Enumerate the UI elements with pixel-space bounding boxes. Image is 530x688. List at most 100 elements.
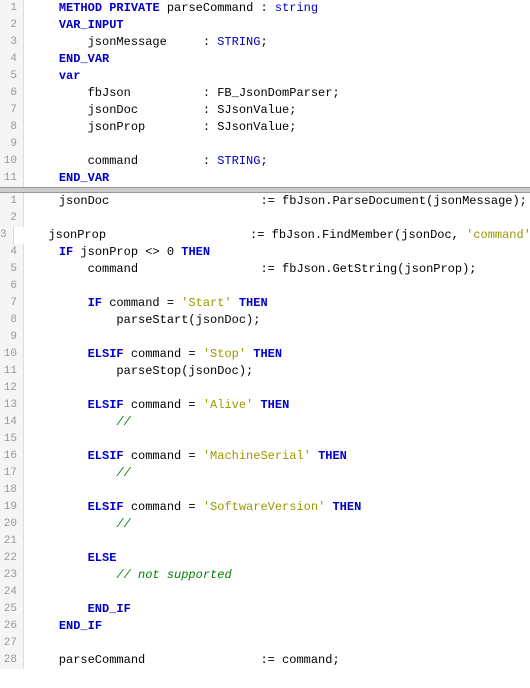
code-content[interactable] <box>24 210 530 227</box>
line-number: 1 <box>0 193 24 210</box>
code-line[interactable]: 16 ELSIF command = 'MachineSerial' THEN <box>0 448 530 465</box>
token <box>30 551 88 565</box>
code-line[interactable]: 4 IF jsonProp <> 0 THEN <box>0 244 530 261</box>
code-line[interactable]: 20 // <box>0 516 530 533</box>
code-content[interactable]: jsonDoc := fbJson.ParseDocument(jsonMess… <box>24 193 530 210</box>
code-line[interactable]: 24 <box>0 584 530 601</box>
code-content[interactable] <box>24 278 530 295</box>
code-line[interactable]: 6 <box>0 278 530 295</box>
code-content[interactable]: parseStart(jsonDoc); <box>24 312 530 329</box>
code-line[interactable]: 3 jsonProp := fbJson.FindMember(jsonDoc,… <box>0 227 530 244</box>
code-content[interactable]: fbJson : FB_JsonDomParser; <box>24 85 530 102</box>
code-content[interactable]: jsonProp := fbJson.FindMember(jsonDoc, '… <box>14 227 530 244</box>
code-content[interactable]: parseCommand := command; <box>24 652 530 669</box>
code-line[interactable]: 21 <box>0 533 530 550</box>
token: // <box>116 517 130 531</box>
code-line[interactable]: 10 ELSIF command = 'Stop' THEN <box>0 346 530 363</box>
code-content[interactable] <box>24 482 530 499</box>
code-content[interactable]: ELSIF command = 'MachineSerial' THEN <box>24 448 530 465</box>
code-line[interactable]: 8 jsonProp : SJsonValue; <box>0 119 530 136</box>
code-content[interactable]: parseStop(jsonDoc); <box>24 363 530 380</box>
token: fbJson : FB_JsonDomParser; <box>30 86 340 100</box>
code-content[interactable]: var <box>24 68 530 85</box>
code-content[interactable]: jsonProp : SJsonValue; <box>24 119 530 136</box>
code-content[interactable] <box>24 329 530 346</box>
line-number: 6 <box>0 85 24 102</box>
code-content[interactable]: ELSIF command = 'Alive' THEN <box>24 397 530 414</box>
code-line[interactable]: 10 command : STRING; <box>0 153 530 170</box>
code-content[interactable] <box>24 533 530 550</box>
code-line[interactable]: 4 END_VAR <box>0 51 530 68</box>
code-content[interactable] <box>24 584 530 601</box>
token: STRING <box>217 154 260 168</box>
code-content[interactable]: // <box>24 516 530 533</box>
code-content[interactable]: END_VAR <box>24 170 530 187</box>
code-content[interactable]: // <box>24 465 530 482</box>
code-content[interactable]: jsonDoc : SJsonValue; <box>24 102 530 119</box>
token: ELSIF <box>88 347 124 361</box>
code-content[interactable]: IF jsonProp <> 0 THEN <box>24 244 530 261</box>
code-line[interactable]: 22 ELSE <box>0 550 530 567</box>
code-line[interactable]: 2 <box>0 210 530 227</box>
code-content[interactable]: METHOD PRIVATE parseCommand : string <box>24 0 530 17</box>
token: parseStart(jsonDoc); <box>30 313 260 327</box>
code-content[interactable]: END_IF <box>24 601 530 618</box>
declaration-pane[interactable]: 1 METHOD PRIVATE parseCommand : string2 … <box>0 0 530 187</box>
token <box>311 449 318 463</box>
code-line[interactable]: 9 <box>0 329 530 346</box>
implementation-pane[interactable]: 1 jsonDoc := fbJson.ParseDocument(jsonMe… <box>0 193 530 669</box>
code-line[interactable]: 14 // <box>0 414 530 431</box>
code-line[interactable]: 6 fbJson : FB_JsonDomParser; <box>0 85 530 102</box>
code-line[interactable]: 7 IF command = 'Start' THEN <box>0 295 530 312</box>
code-line[interactable]: 12 <box>0 380 530 397</box>
code-line[interactable]: 8 parseStart(jsonDoc); <box>0 312 530 329</box>
code-content[interactable]: END_VAR <box>24 51 530 68</box>
code-content[interactable]: // not supported <box>24 567 530 584</box>
code-line[interactable]: 11 parseStop(jsonDoc); <box>0 363 530 380</box>
code-content[interactable]: jsonMessage : STRING; <box>24 34 530 51</box>
code-line[interactable]: 13 ELSIF command = 'Alive' THEN <box>0 397 530 414</box>
code-line[interactable]: 11 END_VAR <box>0 170 530 187</box>
code-line[interactable]: 19 ELSIF command = 'SoftwareVersion' THE… <box>0 499 530 516</box>
code-content[interactable]: // <box>24 414 530 431</box>
code-line[interactable]: 25 END_IF <box>0 601 530 618</box>
token: THEN <box>181 245 210 259</box>
code-content[interactable]: IF command = 'Start' THEN <box>24 295 530 312</box>
code-content[interactable] <box>24 380 530 397</box>
token: IF <box>59 245 73 259</box>
code-line[interactable]: 26 END_IF <box>0 618 530 635</box>
token <box>30 619 59 633</box>
code-line[interactable]: 1 jsonDoc := fbJson.ParseDocument(jsonMe… <box>0 193 530 210</box>
code-line[interactable]: 3 jsonMessage : STRING; <box>0 34 530 51</box>
code-line[interactable]: 27 <box>0 635 530 652</box>
line-number: 1 <box>0 0 24 17</box>
code-content[interactable] <box>24 136 530 153</box>
code-content[interactable] <box>24 635 530 652</box>
token: command = <box>124 500 203 514</box>
code-content[interactable]: command := fbJson.GetString(jsonProp); <box>24 261 530 278</box>
token <box>30 415 116 429</box>
token <box>30 171 59 185</box>
line-number: 2 <box>0 210 24 227</box>
code-line[interactable]: 15 <box>0 431 530 448</box>
code-line[interactable]: 28 parseCommand := command; <box>0 652 530 669</box>
code-line[interactable]: 5 var <box>0 68 530 85</box>
code-line[interactable]: 2 VAR_INPUT <box>0 17 530 34</box>
code-content[interactable]: ELSIF command = 'SoftwareVersion' THEN <box>24 499 530 516</box>
code-content[interactable]: command : STRING; <box>24 153 530 170</box>
line-number: 4 <box>0 51 24 68</box>
code-line[interactable]: 18 <box>0 482 530 499</box>
code-line[interactable]: 9 <box>0 136 530 153</box>
line-number: 13 <box>0 397 24 414</box>
token: command := fbJson.GetString(jsonProp); <box>30 262 476 276</box>
code-line[interactable]: 5 command := fbJson.GetString(jsonProp); <box>0 261 530 278</box>
code-line[interactable]: 7 jsonDoc : SJsonValue; <box>0 102 530 119</box>
code-content[interactable] <box>24 431 530 448</box>
code-content[interactable]: ELSIF command = 'Stop' THEN <box>24 346 530 363</box>
code-line[interactable]: 23 // not supported <box>0 567 530 584</box>
code-line[interactable]: 1 METHOD PRIVATE parseCommand : string <box>0 0 530 17</box>
code-line[interactable]: 17 // <box>0 465 530 482</box>
code-content[interactable]: VAR_INPUT <box>24 17 530 34</box>
code-content[interactable]: END_IF <box>24 618 530 635</box>
code-content[interactable]: ELSE <box>24 550 530 567</box>
